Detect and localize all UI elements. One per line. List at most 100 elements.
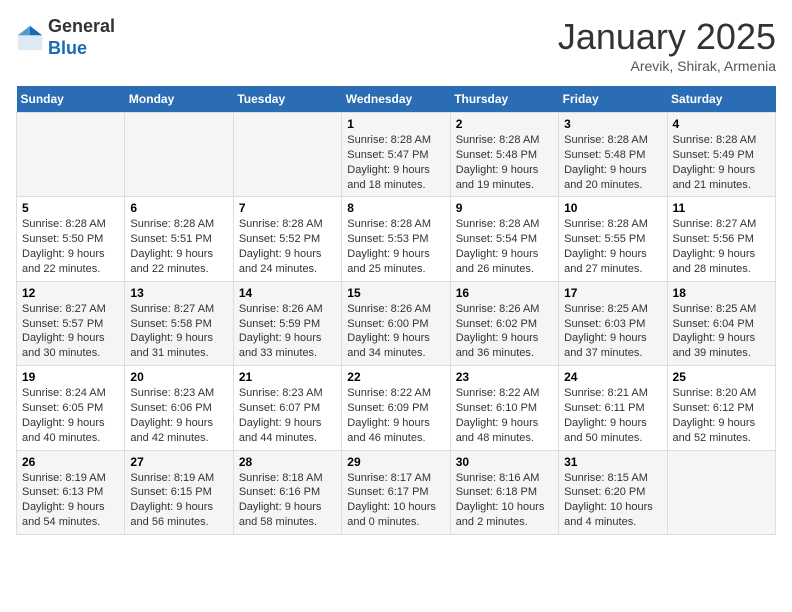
weekday-header-friday: Friday — [559, 86, 667, 113]
calendar-table: SundayMondayTuesdayWednesdayThursdayFrid… — [16, 86, 776, 535]
day-number: 13 — [130, 286, 227, 300]
day-info: Sunrise: 8:24 AMSunset: 6:05 PMDaylight:… — [22, 386, 119, 445]
weekday-header-monday: Monday — [125, 86, 233, 113]
calendar-cell: 30Sunrise: 8:16 AMSunset: 6:18 PMDayligh… — [450, 450, 558, 534]
day-number: 11 — [673, 201, 770, 215]
page-header: General Blue January 2025 Arevik, Shirak… — [16, 16, 776, 74]
day-info: Sunrise: 8:25 AMSunset: 6:03 PMDaylight:… — [564, 302, 661, 361]
day-info: Sunrise: 8:28 AMSunset: 5:50 PMDaylight:… — [22, 217, 119, 276]
calendar-cell: 25 Sunrise: 8:20 AMSunset: 6:12 PMDayligh… — [667, 366, 775, 450]
day-number: 1 — [347, 117, 444, 131]
day-info: Sunrise: 8:28 AMSunset: 5:48 PMDaylight:… — [564, 133, 661, 192]
calendar-cell: 29Sunrise: 8:17 AMSunset: 6:17 PMDayligh… — [342, 450, 450, 534]
calendar-cell: 16 Sunrise: 8:26 AMSunset: 6:02 PMDayligh… — [450, 281, 558, 365]
logo-blue-text: Blue — [48, 38, 87, 58]
calendar-cell — [17, 113, 125, 197]
day-number: 29 — [347, 455, 444, 469]
weekday-header-wednesday: Wednesday — [342, 86, 450, 113]
calendar-cell: 12 Sunrise: 8:27 AMSunset: 5:57 PMDayligh… — [17, 281, 125, 365]
calendar-cell: 14Sunrise: 8:26 AMSunset: 5:59 PMDayligh… — [233, 281, 341, 365]
day-info: Sunrise: 8:28 AMSunset: 5:52 PMDaylight:… — [239, 217, 336, 276]
calendar-cell: 23Sunrise: 8:22 AMSunset: 6:10 PMDayligh… — [450, 366, 558, 450]
day-number: 9 — [456, 201, 553, 215]
day-info: Sunrise: 8:26 AMSunset: 5:59 PMDaylight:… — [239, 302, 336, 361]
title-area: January 2025 Arevik, Shirak, Armenia — [558, 16, 776, 74]
calendar-cell: 27 Sunrise: 8:19 AMSunset: 6:15 PMDayligh… — [125, 450, 233, 534]
weekday-header-thursday: Thursday — [450, 86, 558, 113]
calendar-cell: 24 Sunrise: 8:21 AMSunset: 6:11 PMDayligh… — [559, 366, 667, 450]
day-number: 24 — [564, 370, 661, 384]
calendar-cell: 28Sunrise: 8:18 AMSunset: 6:16 PMDayligh… — [233, 450, 341, 534]
day-number: 20 — [130, 370, 227, 384]
calendar-week-row: 5 Sunrise: 8:28 AMSunset: 5:50 PMDaylight… — [17, 197, 776, 281]
day-number: 25 — [673, 370, 770, 384]
day-number: 2 — [456, 117, 553, 131]
day-number: 8 — [347, 201, 444, 215]
day-number: 21 — [239, 370, 336, 384]
day-info: Sunrise: 8:28 AMSunset: 5:47 PMDaylight:… — [347, 133, 444, 192]
day-number: 12 — [22, 286, 119, 300]
calendar-title: January 2025 — [558, 16, 776, 58]
day-number: 19 — [22, 370, 119, 384]
day-info: Sunrise: 8:23 AMSunset: 6:07 PMDaylight:… — [239, 386, 336, 445]
calendar-cell: 13 Sunrise: 8:27 AMSunset: 5:58 PMDayligh… — [125, 281, 233, 365]
day-number: 16 — [456, 286, 553, 300]
day-info: Sunrise: 8:19 AMSunset: 6:15 PMDaylight:… — [130, 471, 227, 530]
calendar-cell — [667, 450, 775, 534]
weekday-header-saturday: Saturday — [667, 86, 775, 113]
weekday-header-sunday: Sunday — [17, 86, 125, 113]
logo-icon — [16, 24, 44, 52]
calendar-cell: 11Sunrise: 8:27 AMSunset: 5:56 PMDayligh… — [667, 197, 775, 281]
calendar-cell: 19 Sunrise: 8:24 AMSunset: 6:05 PMDayligh… — [17, 366, 125, 450]
day-info: Sunrise: 8:23 AMSunset: 6:06 PMDaylight:… — [130, 386, 227, 445]
calendar-cell: 5 Sunrise: 8:28 AMSunset: 5:50 PMDaylight… — [17, 197, 125, 281]
calendar-cell: 15 Sunrise: 8:26 AMSunset: 6:00 PMDayligh… — [342, 281, 450, 365]
day-number: 18 — [673, 286, 770, 300]
day-info: Sunrise: 8:20 AMSunset: 6:12 PMDaylight:… — [673, 386, 770, 445]
day-number: 27 — [130, 455, 227, 469]
day-info: Sunrise: 8:27 AMSunset: 5:57 PMDaylight:… — [22, 302, 119, 361]
day-info: Sunrise: 8:28 AMSunset: 5:49 PMDaylight:… — [673, 133, 770, 192]
calendar-week-row: 19 Sunrise: 8:24 AMSunset: 6:05 PMDayligh… — [17, 366, 776, 450]
calendar-cell: 22Sunrise: 8:22 AMSunset: 6:09 PMDayligh… — [342, 366, 450, 450]
day-info: Sunrise: 8:28 AMSunset: 5:55 PMDaylight:… — [564, 217, 661, 276]
day-info: Sunrise: 8:22 AMSunset: 6:10 PMDaylight:… — [456, 386, 553, 445]
calendar-cell: 9 Sunrise: 8:28 AMSunset: 5:54 PMDaylight… — [450, 197, 558, 281]
day-info: Sunrise: 8:21 AMSunset: 6:11 PMDaylight:… — [564, 386, 661, 445]
calendar-cell: 6Sunrise: 8:28 AMSunset: 5:51 PMDaylight… — [125, 197, 233, 281]
calendar-cell: 7 Sunrise: 8:28 AMSunset: 5:52 PMDaylight… — [233, 197, 341, 281]
day-info: Sunrise: 8:28 AMSunset: 5:48 PMDaylight:… — [456, 133, 553, 192]
logo: General Blue — [16, 16, 115, 59]
calendar-week-row: 1 Sunrise: 8:28 AMSunset: 5:47 PMDaylight… — [17, 113, 776, 197]
day-number: 22 — [347, 370, 444, 384]
logo-general-text: General — [48, 16, 115, 36]
calendar-cell: 21 Sunrise: 8:23 AMSunset: 6:07 PMDayligh… — [233, 366, 341, 450]
day-number: 10 — [564, 201, 661, 215]
weekday-header-row: SundayMondayTuesdayWednesdayThursdayFrid… — [17, 86, 776, 113]
weekday-header-tuesday: Tuesday — [233, 86, 341, 113]
day-number: 15 — [347, 286, 444, 300]
calendar-cell: 26 Sunrise: 8:19 AMSunset: 6:13 PMDayligh… — [17, 450, 125, 534]
day-number: 5 — [22, 201, 119, 215]
calendar-cell — [233, 113, 341, 197]
day-info: Sunrise: 8:28 AMSunset: 5:53 PMDaylight:… — [347, 217, 444, 276]
day-number: 26 — [22, 455, 119, 469]
day-info: Sunrise: 8:15 AMSunset: 6:20 PMDaylight:… — [564, 471, 661, 530]
day-number: 17 — [564, 286, 661, 300]
calendar-cell: 1 Sunrise: 8:28 AMSunset: 5:47 PMDaylight… — [342, 113, 450, 197]
day-number: 3 — [564, 117, 661, 131]
calendar-cell: 8 Sunrise: 8:28 AMSunset: 5:53 PMDaylight… — [342, 197, 450, 281]
day-number: 31 — [564, 455, 661, 469]
calendar-cell: 4 Sunrise: 8:28 AMSunset: 5:49 PMDaylight… — [667, 113, 775, 197]
day-number: 28 — [239, 455, 336, 469]
calendar-cell: 20 Sunrise: 8:23 AMSunset: 6:06 PMDayligh… — [125, 366, 233, 450]
day-info: Sunrise: 8:19 AMSunset: 6:13 PMDaylight:… — [22, 471, 119, 530]
day-info: Sunrise: 8:26 AMSunset: 6:00 PMDaylight:… — [347, 302, 444, 361]
day-info: Sunrise: 8:28 AMSunset: 5:54 PMDaylight:… — [456, 217, 553, 276]
calendar-cell: 10 Sunrise: 8:28 AMSunset: 5:55 PMDayligh… — [559, 197, 667, 281]
day-info: Sunrise: 8:26 AMSunset: 6:02 PMDaylight:… — [456, 302, 553, 361]
day-number: 7 — [239, 201, 336, 215]
day-number: 4 — [673, 117, 770, 131]
day-info: Sunrise: 8:27 AMSunset: 5:58 PMDaylight:… — [130, 302, 227, 361]
day-number: 30 — [456, 455, 553, 469]
